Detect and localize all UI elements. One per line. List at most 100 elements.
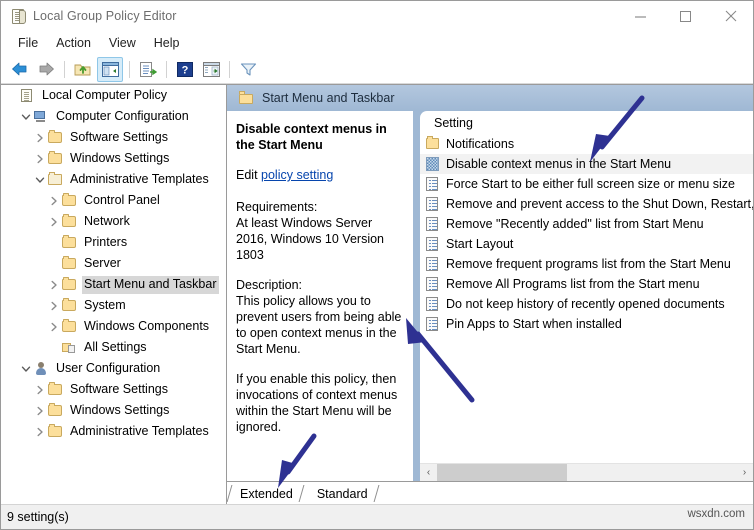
folder-icon (47, 382, 64, 397)
chevron-down-icon[interactable] (19, 110, 33, 124)
policy-setting-link[interactable]: policy setting (261, 168, 333, 182)
list-item-label: Remove and prevent access to the Shut Do… (446, 197, 753, 211)
requirements-text: At least Windows Server 2016, Windows 10… (236, 216, 385, 262)
toolbar-separator (166, 60, 167, 78)
setting-title: Disable context menus in the Start Menu (236, 122, 387, 152)
menu-file[interactable]: File (9, 33, 47, 53)
list-item[interactable]: Remove and prevent access to the Shut Do… (420, 194, 753, 214)
list-item[interactable]: Remove All Programs list from the Start … (420, 274, 753, 294)
up-folder-icon[interactable] (71, 58, 95, 81)
chevron-right-icon[interactable] (33, 425, 47, 439)
minimize-button[interactable] (618, 1, 663, 31)
tree-item-windows-settings[interactable]: Windows Settings (1, 400, 226, 421)
chevron-right-icon[interactable] (33, 404, 47, 418)
list-item[interactable]: Remove frequent programs list from the S… (420, 254, 753, 274)
list-column-header[interactable]: Setting (420, 111, 753, 134)
scroll-right-icon[interactable]: › (736, 464, 753, 481)
list-item[interactable]: Do not keep history of recently opened d… (420, 294, 753, 314)
chevron-right-icon[interactable] (33, 383, 47, 397)
toolbar: ? (1, 55, 753, 84)
setting-icon (424, 257, 442, 271)
menu-view[interactable]: View (100, 33, 145, 53)
tab-extended-label: Extended (240, 486, 293, 501)
setting-icon (424, 297, 442, 311)
column-header-setting: Setting (434, 115, 473, 130)
folder-icon (61, 319, 78, 334)
chevron-right-icon[interactable] (47, 320, 61, 334)
settings-list-pane[interactable]: Setting Notifications Disable context men… (420, 111, 753, 481)
tree-item-label: Windows Settings (70, 150, 170, 165)
tab-standard[interactable]: Standard (304, 483, 379, 504)
list-item[interactable]: Notifications (420, 134, 753, 154)
list-item[interactable]: Start Layout (420, 234, 753, 254)
tree-item-label: Computer Configuration (56, 108, 189, 123)
show-hide-tree-icon[interactable] (97, 56, 123, 82)
tree-item-start-menu-and-taskbar[interactable]: Start Menu and Taskbar (1, 274, 226, 295)
tree-item-windows-settings[interactable]: Windows Settings (1, 148, 226, 169)
folder-icon (61, 214, 78, 229)
panes: Disable context menus in the Start Menu … (227, 111, 753, 481)
list-item-label: Force Start to be either full screen siz… (446, 177, 736, 191)
close-button[interactable] (708, 1, 753, 31)
chevron-down-icon[interactable] (33, 173, 47, 187)
tree-item-all-settings[interactable]: All Settings (1, 337, 226, 358)
list-item[interactable]: Pin Apps to Start when installed (420, 314, 753, 334)
chevron-down-icon[interactable] (19, 362, 33, 376)
tree-item-windows-components[interactable]: Windows Components (1, 316, 226, 337)
chevron-right-icon[interactable] (47, 194, 61, 208)
settings-list-body[interactable]: Notifications Disable context menus in th… (420, 134, 753, 463)
horizontal-scrollbar[interactable]: ‹ › (420, 463, 753, 481)
requirements-block: Requirements: At least Windows Server 20… (236, 199, 404, 263)
chevron-placeholder (47, 236, 61, 250)
help-icon[interactable]: ? (173, 58, 197, 81)
tab-extended[interactable]: Extended (227, 483, 305, 504)
chevron-right-icon[interactable] (33, 131, 47, 145)
tree-item-network[interactable]: Network (1, 211, 226, 232)
maximize-button[interactable] (663, 1, 708, 31)
back-icon[interactable] (8, 58, 32, 81)
tree-item-administrative-templates[interactable]: Administrative Templates (1, 169, 226, 190)
folder-icon (61, 193, 78, 208)
tree-item-user-configuration[interactable]: User Configuration (1, 358, 226, 379)
chevron-placeholder (5, 89, 19, 103)
scroll-left-icon[interactable]: ‹ (420, 464, 437, 481)
chevron-right-icon[interactable] (47, 299, 61, 313)
all-settings-icon (61, 340, 78, 355)
policy-icon (19, 88, 36, 103)
chevron-right-icon[interactable] (33, 152, 47, 166)
tree-item-software-settings[interactable]: Software Settings (1, 127, 226, 148)
tree-item-system[interactable]: System (1, 295, 226, 316)
menu-help[interactable]: Help (145, 33, 189, 53)
tree-item-server[interactable]: Server (1, 253, 226, 274)
watermark: wsxdn.com (683, 508, 749, 520)
list-item[interactable]: Disable context menus in the Start Menu (420, 154, 753, 174)
local-group-policy-editor-window: Local Group Policy Editor File Action Vi… (0, 0, 754, 530)
tree-item-label: Network (84, 213, 130, 228)
tree-item-control-panel[interactable]: Control Panel (1, 190, 226, 211)
chevron-right-icon[interactable] (47, 278, 61, 292)
toolbar-separator (229, 60, 230, 78)
tree-item-label: Administrative Templates (70, 171, 209, 186)
menu-action[interactable]: Action (47, 33, 100, 53)
scrollbar-thumb[interactable] (437, 464, 567, 481)
tree-item-administrative-templates[interactable]: Administrative Templates (1, 421, 226, 442)
toolbar-separator (129, 60, 130, 78)
export-list-icon[interactable] (136, 58, 160, 81)
chevron-right-icon[interactable] (47, 215, 61, 229)
list-item-label: Start Layout (446, 237, 514, 251)
list-item[interactable]: Force Start to be either full screen siz… (420, 174, 753, 194)
scrollbar-track[interactable] (437, 464, 736, 481)
list-item[interactable]: Remove "Recently added" list from Start … (420, 214, 753, 234)
status-bar: 9 setting(s) wsxdn.com (1, 504, 753, 529)
tree-item-local-computer-policy[interactable]: Local Computer Policy (1, 85, 226, 106)
console-tree-pane[interactable]: Local Computer Policy Computer Configurat… (1, 84, 227, 504)
tree-item-printers[interactable]: Printers (1, 232, 226, 253)
tree-item-software-settings[interactable]: Software Settings (1, 379, 226, 400)
forward-icon[interactable] (34, 58, 58, 81)
main-content: Local Computer Policy Computer Configurat… (1, 84, 753, 504)
folder-icon (239, 91, 254, 104)
tree-item-computer-configuration[interactable]: Computer Configuration (1, 106, 226, 127)
show-action-pane-icon[interactable] (199, 58, 223, 81)
filter-icon[interactable] (236, 58, 260, 81)
folder-icon (47, 424, 64, 439)
